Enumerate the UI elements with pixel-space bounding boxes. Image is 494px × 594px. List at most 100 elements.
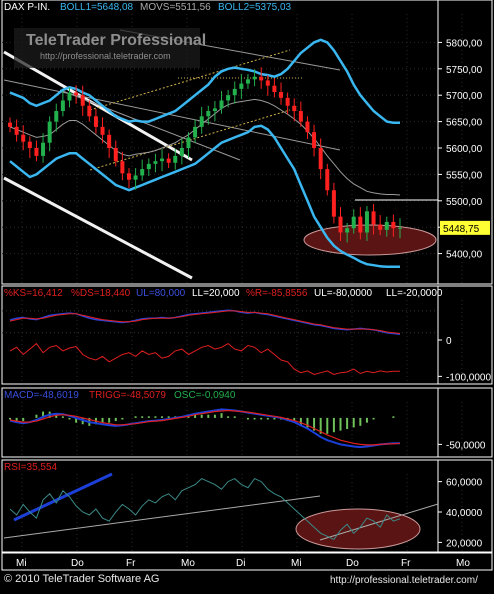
candle-body: [219, 100, 224, 109]
y-tick-label: 5500,00: [446, 197, 483, 208]
footer-url: http://professional.teletrader.com/: [330, 575, 478, 586]
candle-body: [21, 134, 26, 142]
candle-body: [14, 126, 19, 135]
candle-body: [398, 227, 402, 229]
candle-body: [74, 92, 79, 96]
legend-osc: OSC=-0,0940: [174, 390, 236, 401]
candle-body: [285, 97, 290, 106]
candle-body: [305, 121, 310, 133]
candle-body: [166, 158, 171, 163]
x-tick-label: Mi: [291, 558, 302, 569]
candle-body: [113, 148, 118, 162]
candle-body: [160, 158, 165, 162]
panel-frame: [1, 285, 493, 385]
candle-body: [133, 175, 138, 180]
trendline-white: [3, 176, 193, 280]
candle-body: [226, 95, 231, 101]
copyright-text: © 2010 TeleTrader Software AG: [4, 573, 160, 585]
candle-body: [47, 121, 52, 143]
y-tick-label: -50,0000: [446, 440, 486, 451]
candle-body: [100, 126, 105, 135]
legend-ll2: LL=-20,0000: [386, 288, 443, 299]
candle-body: [140, 169, 145, 176]
x-tick-label: Di: [236, 558, 245, 569]
candle-body: [279, 92, 284, 98]
legend-ks: %KS=16,412: [4, 288, 63, 299]
candle-body: [298, 111, 303, 122]
x-tick-label: Mi: [16, 558, 27, 569]
candle-body: [272, 85, 277, 93]
candle-body: [206, 111, 211, 117]
legend-macd: MACD=-48,6019: [4, 390, 79, 401]
candle-body: [331, 190, 336, 217]
y-tick-label: 5400,00: [446, 250, 483, 261]
candle-body: [212, 108, 217, 112]
candle-body: [60, 100, 65, 112]
x-tick-label: Mo: [456, 558, 470, 569]
candle-body: [41, 142, 46, 156]
y-tick-label: 0: [446, 336, 452, 347]
y-tick-label: 5750,00: [446, 65, 483, 76]
legend-ul2: UL=-80,0000: [314, 288, 373, 299]
candle-body: [54, 111, 59, 122]
candle-body: [292, 105, 297, 112]
y-tick-label: 60,0000: [446, 478, 483, 489]
y-tick-label: 5650,00: [446, 118, 483, 129]
candle-body: [384, 221, 389, 230]
legend-trigg: TRIGG=-48,5079: [89, 390, 166, 401]
candle-body: [126, 173, 131, 180]
candle-body: [245, 79, 250, 84]
candle-body: [325, 169, 330, 191]
candle-body: [252, 76, 257, 80]
x-tick-label: Fr: [401, 558, 411, 569]
stoch-ds-line: [9, 310, 401, 334]
candle-body: [364, 211, 369, 233]
candle-body: [199, 116, 204, 127]
candle-body: [371, 211, 376, 225]
y-tick-label: 5600,00: [446, 144, 483, 155]
candle-body: [8, 122, 12, 127]
legend-instrument: DAX P-IN.: [4, 2, 51, 13]
candle-body: [153, 161, 158, 164]
legend-r: %R=-85,8556: [246, 288, 308, 299]
last-price-label: 5448,75: [443, 224, 480, 235]
y-tick-label: 5800,00: [446, 38, 483, 49]
x-tick-label: Mo: [181, 558, 195, 569]
legend-ul1: UL=80,000: [136, 288, 186, 299]
candle-body: [120, 161, 125, 174]
candle-body: [193, 126, 198, 138]
y-tick-label: 5550,00: [446, 170, 483, 181]
candle-body: [80, 95, 85, 106]
candle-body: [27, 141, 32, 148]
legend-movs: MOVS=5511,56: [140, 2, 211, 13]
candle-body: [338, 216, 343, 233]
candle-body: [312, 132, 317, 148]
candle-body: [87, 105, 92, 117]
candle-body: [186, 137, 191, 148]
moving-average-line: [9, 98, 401, 196]
legend-rsi: RSI=35,554: [4, 462, 58, 473]
candle-body: [239, 83, 244, 89]
candle-body: [173, 155, 178, 163]
x-tick-label: Do: [71, 558, 84, 569]
candle-body: [232, 88, 237, 96]
watermark-url: http://professional.teletrader.com: [40, 51, 171, 61]
legend-boll2: BOLL2=5375,03: [218, 2, 292, 13]
x-tick-label: Fr: [126, 558, 136, 569]
candle-body: [391, 221, 396, 229]
candle-body: [179, 148, 184, 156]
williams-r-line: [9, 342, 400, 376]
trendline-white: [3, 50, 193, 162]
candle-body: [67, 92, 72, 101]
legend-boll1: BOLL1=5648,08: [60, 2, 134, 13]
candle-body: [358, 216, 363, 233]
legend-ll1: LL=20,000: [192, 288, 240, 299]
x-tick-label: Do: [346, 558, 359, 569]
rsi-trendline-blue: [13, 472, 113, 522]
candle-body: [318, 148, 323, 170]
y-tick-label: 40,0000: [446, 508, 483, 519]
candle-body: [93, 116, 98, 127]
candle-body: [265, 80, 270, 86]
candle-body: [146, 163, 151, 170]
candle-body: [107, 134, 112, 148]
